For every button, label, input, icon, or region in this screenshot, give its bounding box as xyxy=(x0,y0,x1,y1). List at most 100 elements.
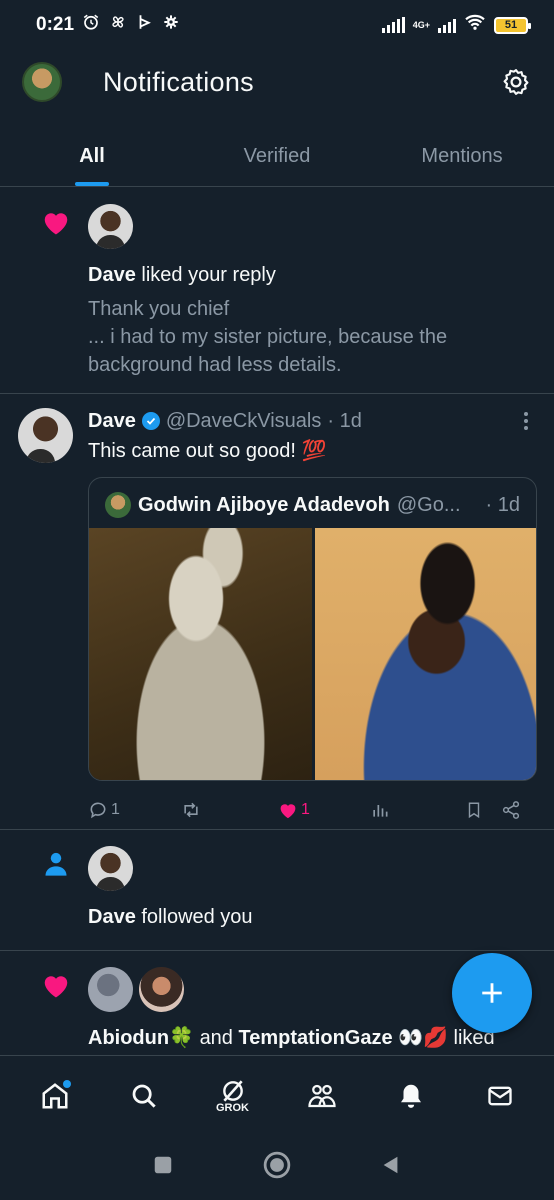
communities-icon xyxy=(307,1084,336,1107)
tweet-header: Dave @DaveCkVisuals · 1d xyxy=(88,406,538,436)
top-header: Notifications xyxy=(0,50,554,114)
reply-count: 1 xyxy=(111,801,120,818)
tab-verified[interactable]: Verified xyxy=(184,126,370,186)
square-icon xyxy=(154,1156,172,1174)
repost-button[interactable] xyxy=(180,800,278,820)
views-icon xyxy=(373,805,388,817)
back-button[interactable] xyxy=(380,1153,402,1182)
avatar[interactable] xyxy=(88,967,133,1012)
status-time: 0:21 xyxy=(36,14,75,35)
signal-icon xyxy=(381,17,405,33)
bottom-navigation: GROK xyxy=(0,1055,554,1135)
heart-filled-icon xyxy=(280,804,296,819)
notification-like-reply[interactable]: Dave liked your reply Thank you chief ..… xyxy=(0,188,554,394)
bookmark-icon xyxy=(468,802,480,819)
mail-icon xyxy=(487,1086,512,1105)
person-icon xyxy=(40,848,72,880)
settings-small-icon xyxy=(163,14,179,36)
share-button[interactable] xyxy=(501,800,521,820)
actor-name[interactable]: Abiodun🍀 xyxy=(88,1027,194,1049)
gear-icon[interactable] xyxy=(496,62,536,102)
grok-icon xyxy=(222,1079,243,1102)
sculpture-image[interactable] xyxy=(89,528,312,780)
bookmark-button[interactable] xyxy=(465,800,501,820)
action-text: liked your reply xyxy=(141,264,276,286)
notification-tabs: All Verified Mentions xyxy=(0,126,554,187)
reply-icon xyxy=(90,802,106,819)
quoted-media xyxy=(89,528,536,780)
nav-search[interactable] xyxy=(116,1068,172,1124)
avatar[interactable] xyxy=(88,204,133,249)
author-name[interactable]: Dave xyxy=(88,410,136,433)
tweet-actions: 1 1 xyxy=(88,795,538,825)
nav-notifications[interactable] xyxy=(383,1068,439,1124)
tweet-time: · 1d xyxy=(327,409,362,432)
notification-text: Abiodun🍀 and TemptationGaze 👀💋 liked xyxy=(88,1024,534,1052)
reply-preview: Thank you chief ... i had to my sister p… xyxy=(88,295,534,379)
profile-avatar[interactable] xyxy=(22,62,62,102)
status-bar: 0:21 4G+ 51 xyxy=(0,0,554,50)
quoted-header: Godwin Ajiboye Adadevoh @Go... · 1d xyxy=(89,478,536,528)
quoted-avatar xyxy=(105,492,131,518)
verified-badge-icon xyxy=(141,412,160,430)
compose-button[interactable] xyxy=(452,953,532,1033)
more-options-icon[interactable] xyxy=(514,412,538,430)
actor-name[interactable]: Dave xyxy=(88,906,136,928)
app-notification-icon xyxy=(136,13,154,37)
quoted-time: · 1d xyxy=(485,493,520,516)
reply-line-2: ... i had to my sister picture, because … xyxy=(88,326,448,376)
notification-follow[interactable]: Dave followed you xyxy=(0,830,554,951)
home-system-button[interactable] xyxy=(262,1150,292,1185)
tweet-text: This came out so good! 💯 xyxy=(88,440,327,462)
connector-text: and xyxy=(199,1027,233,1049)
tweet-avatar[interactable] xyxy=(18,408,73,463)
reply-line-1: Thank you chief xyxy=(88,298,230,320)
share-icon xyxy=(502,801,520,819)
nav-home[interactable] xyxy=(27,1068,83,1124)
heart-icon xyxy=(40,969,72,1001)
search-icon xyxy=(132,1084,156,1108)
action-text: followed you xyxy=(141,906,253,928)
avatar xyxy=(18,408,73,463)
system-navigation xyxy=(0,1135,554,1200)
quoted-author-handle: @Go... xyxy=(396,493,461,516)
notification-text: Dave followed you xyxy=(88,903,534,931)
avatar[interactable] xyxy=(139,967,185,1012)
avatar[interactable] xyxy=(88,846,133,891)
repost-icon xyxy=(184,802,198,818)
battery-icon: 51 xyxy=(494,16,531,34)
author-handle[interactable]: @DaveCkVisuals xyxy=(166,410,322,433)
battery-level: 51 xyxy=(504,19,518,31)
back-triangle-icon xyxy=(383,1156,398,1174)
nav-communities[interactable] xyxy=(294,1068,350,1124)
signal-2-icon xyxy=(438,17,456,33)
actor-name[interactable]: Dave xyxy=(88,264,136,286)
portrait-image[interactable] xyxy=(315,528,536,780)
tweet-card[interactable]: Dave @DaveCkVisuals · 1d This came out s… xyxy=(0,394,554,830)
bell-icon xyxy=(400,1084,421,1108)
notifications-feed[interactable]: Dave liked your reply Thank you chief ..… xyxy=(0,188,554,1054)
circle-icon xyxy=(263,1151,291,1179)
nav-grok[interactable]: GROK xyxy=(205,1068,261,1124)
tab-mentions[interactable]: Mentions xyxy=(370,126,554,186)
alarm-icon xyxy=(82,13,100,37)
quoted-tweet[interactable]: Godwin Ajiboye Adadevoh @Go... · 1d xyxy=(88,477,537,781)
nav-messages[interactable] xyxy=(472,1068,528,1124)
page-title: Notifications xyxy=(103,66,254,97)
notification-text: Dave liked your reply xyxy=(88,261,534,289)
like-count: 1 xyxy=(301,801,310,818)
plus-icon xyxy=(482,983,502,1003)
grok-label: GROK xyxy=(216,1101,249,1114)
wifi-icon xyxy=(464,13,486,37)
actor-name[interactable]: TemptationGaze 👀💋 xyxy=(239,1027,448,1049)
tab-all[interactable]: All xyxy=(0,126,184,186)
unread-dot xyxy=(62,1079,71,1088)
reply-button[interactable]: 1 xyxy=(88,800,180,820)
heart-icon xyxy=(40,206,72,238)
like-button[interactable]: 1 xyxy=(278,801,370,819)
views-button[interactable] xyxy=(370,800,465,820)
pinwheel-icon xyxy=(109,13,127,37)
quoted-author-name: Godwin Ajiboye Adadevoh xyxy=(138,493,390,516)
recents-button[interactable] xyxy=(152,1154,174,1181)
network-label: 4G+ xyxy=(412,19,430,30)
